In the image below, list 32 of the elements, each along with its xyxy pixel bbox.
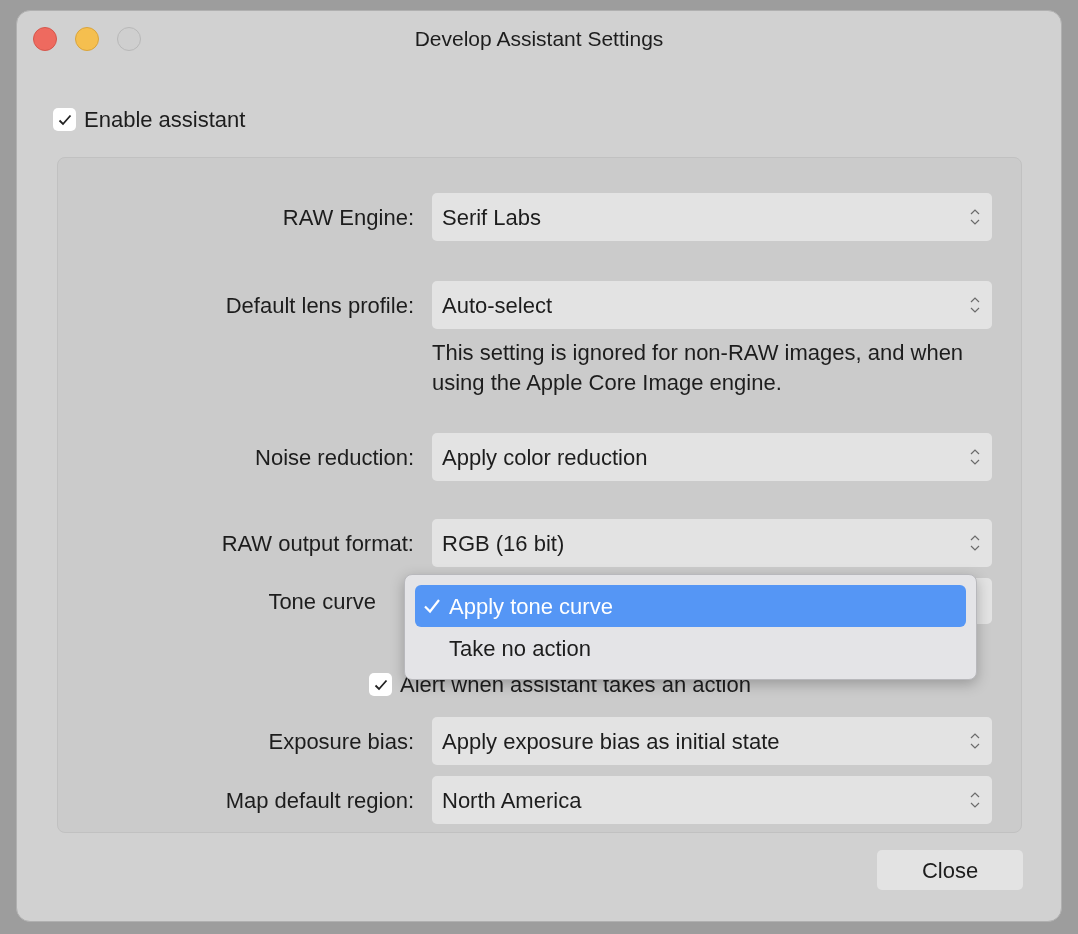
- window-title: Develop Assistant Settings: [414, 26, 664, 53]
- field-label: Tone curve: [267, 587, 377, 616]
- menu-item[interactable]: Take no action: [415, 627, 966, 669]
- field-label: RAW output format:: [220, 529, 414, 558]
- field-label: Map default region:: [224, 786, 414, 815]
- zoom-window-icon[interactable]: [117, 27, 141, 51]
- checkmark-icon: [423, 598, 441, 614]
- close-button[interactable]: Close: [877, 850, 1023, 890]
- dropdown-select[interactable]: Apply exposure bias as initial state: [432, 717, 992, 765]
- field-label: Noise reduction:: [254, 443, 414, 472]
- up-down-chevron-icon: [970, 791, 980, 809]
- up-down-chevron-icon: [970, 448, 980, 466]
- checkmark-icon: [57, 113, 72, 126]
- up-down-chevron-icon: [970, 296, 980, 314]
- field-label: Default lens profile:: [224, 291, 414, 320]
- checkbox[interactable]: [53, 108, 76, 131]
- dropdown-select[interactable]: North America: [432, 776, 992, 824]
- checkbox-label: Enable assistant: [84, 106, 246, 134]
- up-down-chevron-icon: [970, 208, 980, 226]
- dropdown-select[interactable]: RGB (16 bit): [432, 519, 992, 567]
- minimize-window-icon[interactable]: [75, 27, 99, 51]
- checkmark-icon: [373, 678, 388, 691]
- dropdown-select[interactable]: Auto-select: [432, 281, 992, 329]
- help-text: This setting is ignored for non-RAW images, and when using the Apple Core Image engine.: [432, 339, 965, 397]
- checkbox[interactable]: [369, 673, 392, 696]
- dropdown-select[interactable]: Apply color reduction: [432, 433, 992, 481]
- field-label: Exposure bias:: [267, 727, 414, 756]
- close-window-icon[interactable]: [33, 27, 57, 51]
- up-down-chevron-icon: [970, 732, 980, 750]
- field-label: RAW Engine:: [281, 203, 414, 232]
- up-down-chevron-icon: [970, 534, 980, 552]
- dropdown-select[interactable]: Serif Labs: [432, 193, 992, 241]
